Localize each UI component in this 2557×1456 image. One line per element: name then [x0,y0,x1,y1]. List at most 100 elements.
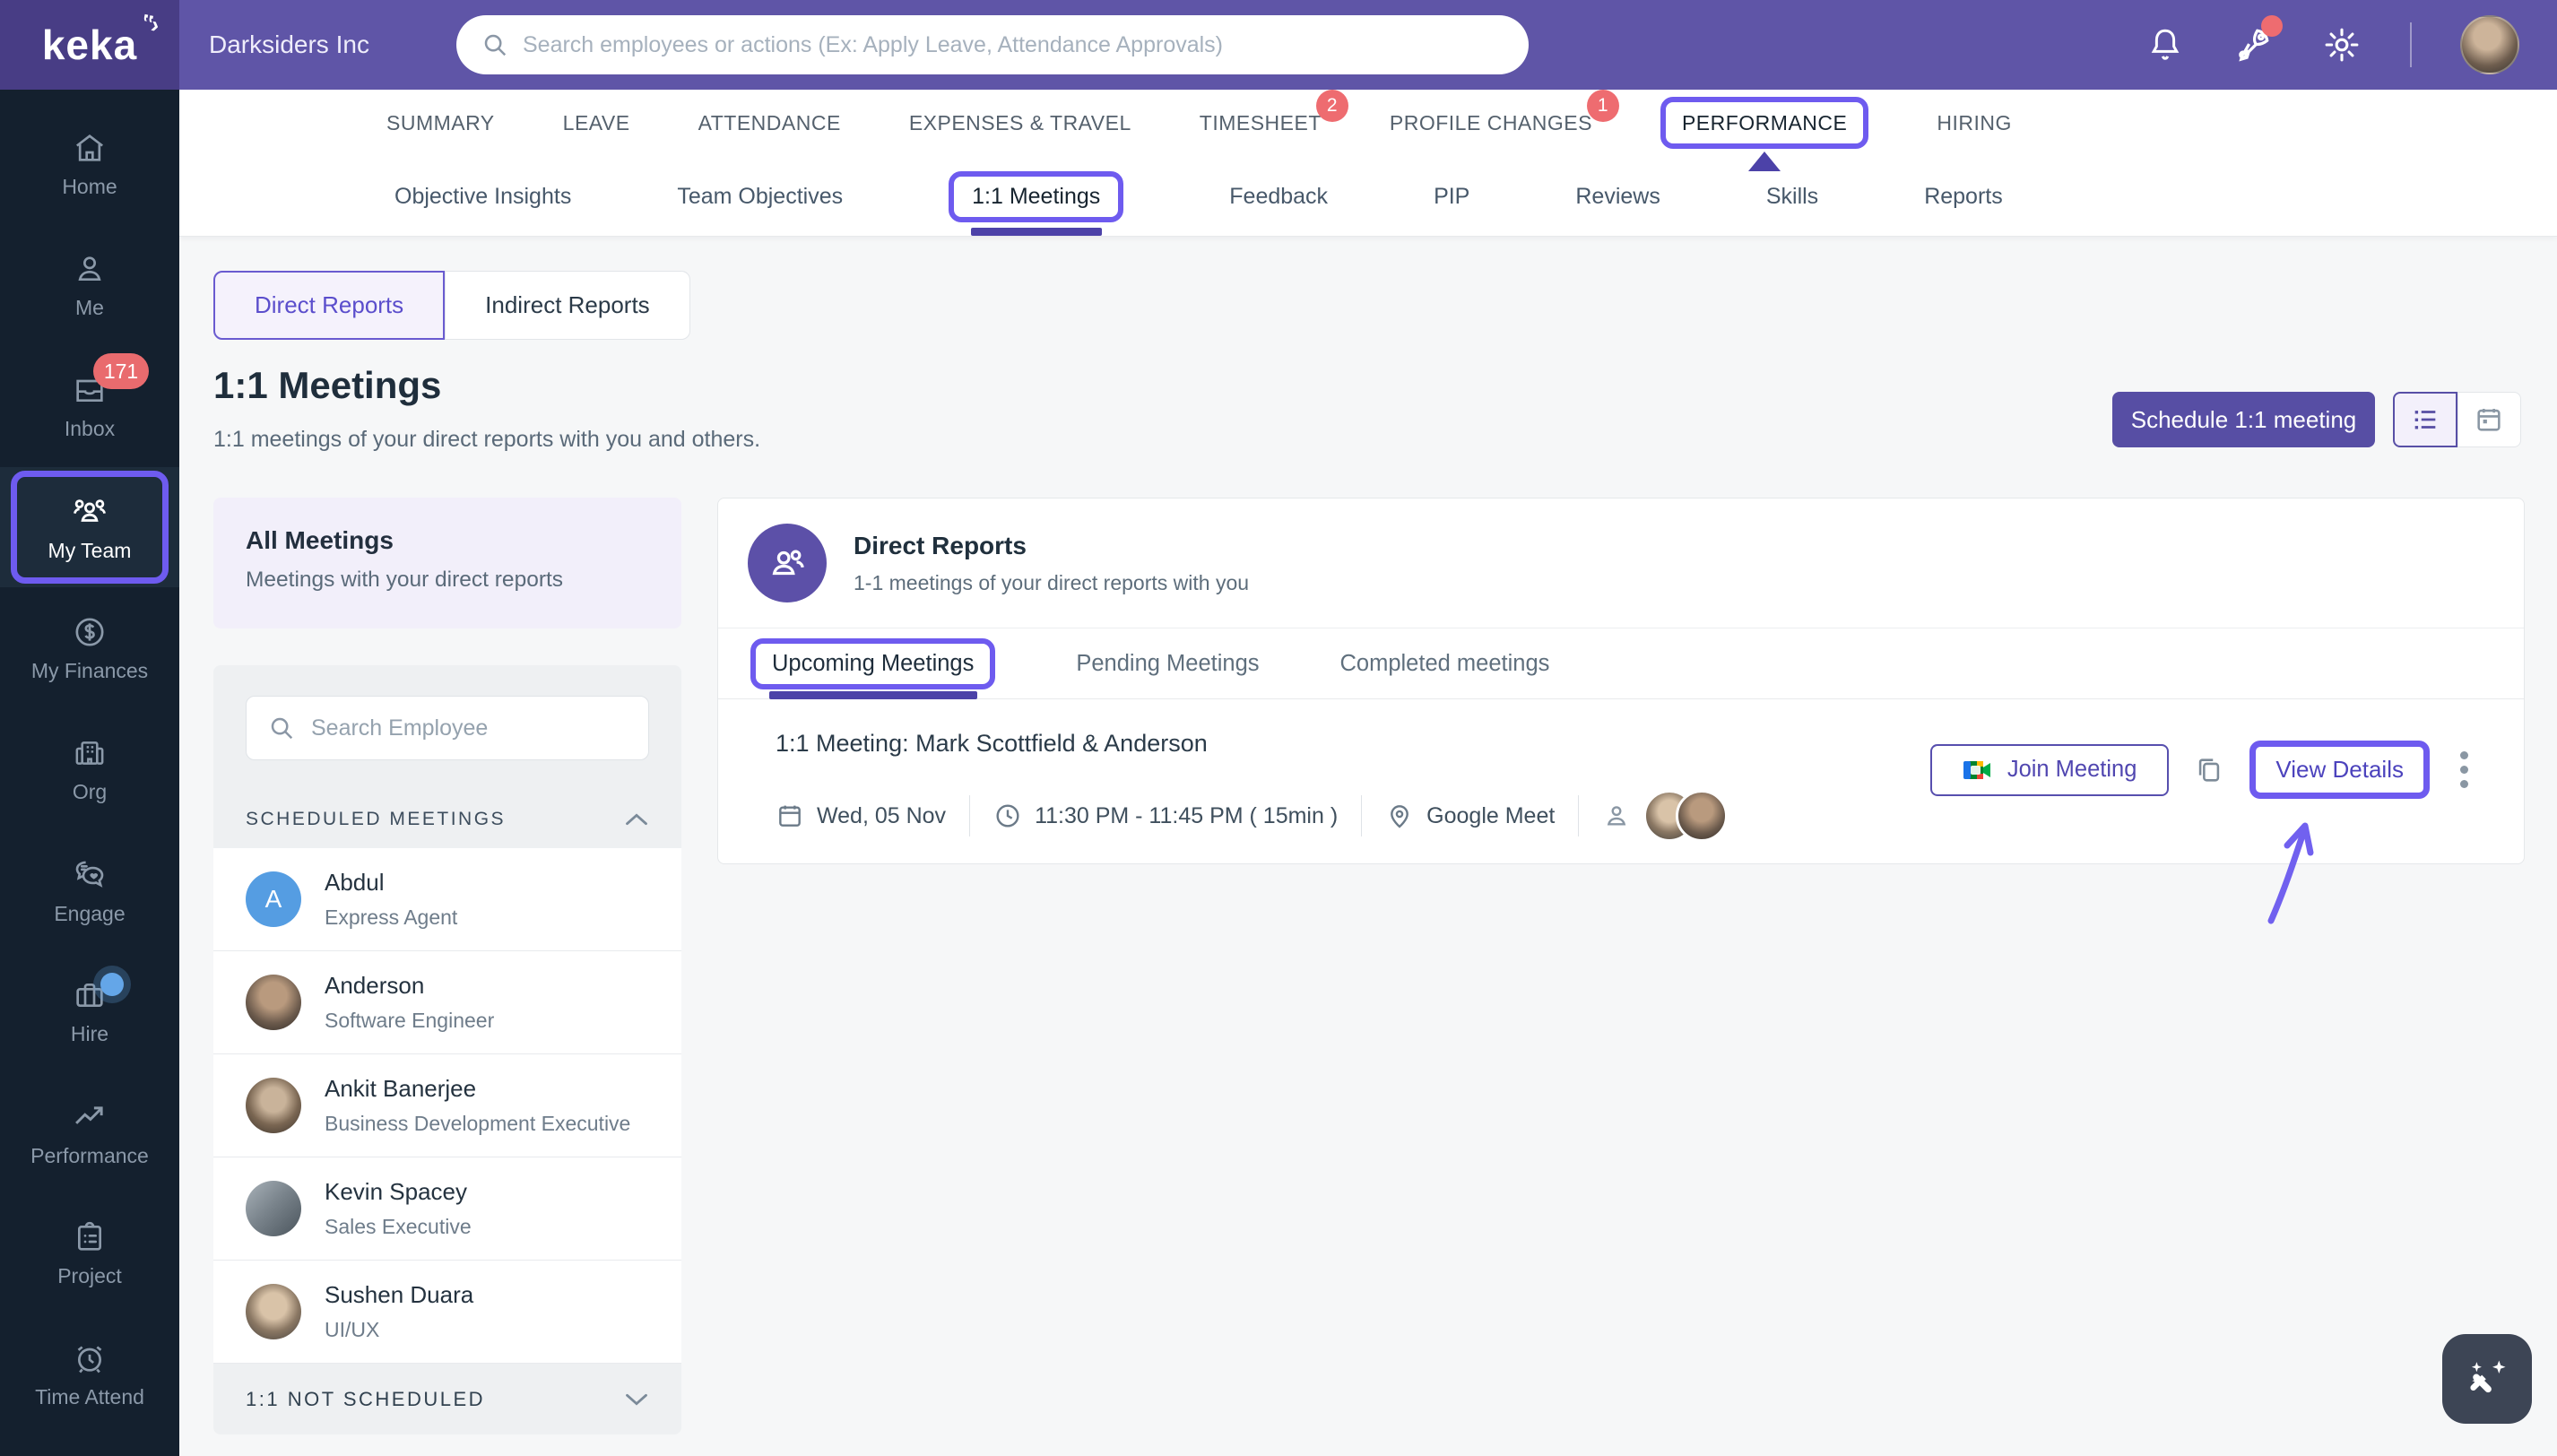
top-bar: keka ‟› Darksiders Inc [0,0,2557,90]
subnav-label: 1:1 Meetings [972,184,1100,209]
search-icon [268,715,295,741]
sidebar-item-performance[interactable]: Performance [0,1072,179,1192]
nav-label: PROFILE CHANGES [1390,111,1592,134]
tab-completed-meetings[interactable]: Completed meetings [1340,628,1550,698]
subnav-pip[interactable]: PIP [1434,157,1469,236]
sidebar-label: Performance [30,1144,149,1168]
user-avatar[interactable] [2460,15,2519,74]
meeting-location: Google Meet [1385,802,1555,830]
employee-name: Sushen Duara [325,1281,473,1309]
notifications-bell-icon[interactable] [2146,26,2184,64]
employee-list-panel: SCHEDULED MEETINGS A Abdul Express Agent… [213,665,681,1434]
all-meetings-title: All Meetings [246,526,649,555]
subnav-feedback[interactable]: Feedback [1229,157,1328,236]
sidebar-label: Org [73,780,107,804]
subnav-team-objectives[interactable]: Team Objectives [677,157,843,236]
clock-icon [993,802,1022,830]
sidebar-item-my-finances[interactable]: My Finances [0,588,179,708]
employee-name: Kevin Spacey [325,1178,472,1206]
sidebar-item-me[interactable]: Me [0,225,179,345]
annotation-box-performance: PERFORMANCE [1660,97,1868,149]
subnav-reports[interactable]: Reports [1924,157,2003,236]
sidebar-item-time-attend[interactable]: Time Attend [0,1314,179,1434]
employee-search[interactable] [246,696,649,760]
magic-wand-button[interactable] [2442,1334,2532,1424]
brand-logo[interactable]: keka ‟› [0,0,179,90]
direct-reports-toggle[interactable]: Direct Reports [213,271,445,340]
meeting-date: Wed, 05 Nov [776,802,946,830]
whats-new-rocket-icon[interactable] [2232,24,2274,65]
nav-leave[interactable]: LEAVE [563,111,630,135]
sidebar-item-my-team[interactable]: My Team [0,467,179,587]
employee-search-input[interactable] [311,715,627,741]
nav-profile-changes[interactable]: PROFILE CHANGES1 [1390,111,1592,135]
tab-label: Upcoming Meetings [772,651,974,676]
employee-row-ankit[interactable]: Ankit Banerjee Business Development Exec… [213,1054,681,1157]
page-subtitle: 1:1 meetings of your direct reports with… [213,427,760,453]
subnav-reviews[interactable]: Reviews [1575,157,1660,236]
subnav-objective-insights[interactable]: Objective Insights [394,157,571,236]
employee-row-sushen[interactable]: Sushen Duara UI/UX [213,1261,681,1364]
sidebar-item-hire[interactable]: Hire [0,951,179,1071]
annotation-pointer [1748,152,1781,171]
scheduled-meetings-header[interactable]: SCHEDULED MEETINGS [213,791,681,848]
active-tab-underline [769,691,977,699]
calendar-view-button[interactable] [2457,392,2522,447]
calendar-icon [776,802,804,830]
more-options-kebab-icon[interactable] [2455,746,2474,793]
logo-spark-icon: ‟› [138,9,160,39]
meetings-left-panel: All Meetings Meetings with your direct r… [213,498,681,1434]
nav-hiring[interactable]: HIRING [1937,111,2012,135]
all-meetings-subtitle: Meetings with your direct reports [246,568,649,593]
sidebar-item-project[interactable]: Project [0,1193,179,1313]
left-sidebar: Home Me Inbox 171 My Team My Finances Or… [0,90,179,1456]
employee-row-anderson[interactable]: Anderson Software Engineer [213,951,681,1054]
indirect-reports-toggle[interactable]: Indirect Reports [445,271,690,340]
page-content: Direct Reports Indirect Reports 1:1 Meet… [179,237,2557,1456]
active-tab-underline [971,228,1102,236]
timesheet-badge: 2 [1316,90,1348,122]
profile-changes-badge: 1 [1587,90,1619,122]
direct-reports-card: Direct Reports 1-1 meetings of your dire… [717,498,2525,864]
direct-reports-title: Direct Reports [854,532,1249,560]
global-search-input[interactable] [523,32,1504,58]
module-nav: SUMMARY LEAVE ATTENDANCE EXPENSES & TRAV… [179,90,2557,157]
sidebar-label: Time Attend [35,1385,144,1409]
avatar-sushen [246,1284,301,1339]
nav-expenses-travel[interactable]: EXPENSES & TRAVEL [909,111,1131,135]
company-name: Darksiders Inc [209,0,369,90]
sidebar-item-inbox[interactable]: Inbox 171 [0,346,179,466]
copy-link-icon[interactable] [2194,755,2224,785]
nav-attendance[interactable]: ATTENDANCE [698,111,841,135]
nav-summary[interactable]: SUMMARY [386,111,495,135]
detail-divider [969,795,970,836]
sidebar-item-engage[interactable]: Engage [0,830,179,950]
avatar-anderson [246,975,301,1030]
sidebar-item-home[interactable]: Home [0,104,179,224]
tab-pending-meetings[interactable]: Pending Meetings [1076,628,1259,698]
sidebar-label: My Finances [31,659,148,683]
schedule-1-1-meeting-button[interactable]: Schedule 1:1 meeting [2112,392,2375,447]
global-search[interactable] [456,15,1529,74]
employee-row-abdul[interactable]: A Abdul Express Agent [213,848,681,951]
sidebar-label: Engage [54,902,125,926]
sidebar-label: Me [75,296,104,320]
direct-reports-subtitle: 1-1 meetings of your direct reports with… [854,571,1249,595]
not-scheduled-section-header[interactable]: 1:1 NOT SCHEDULED [213,1364,681,1434]
sidebar-label: Inbox [65,417,115,441]
meeting-row[interactable]: 1:1 Meeting: Mark Scottfield & Anderson … [718,699,2524,842]
nav-performance[interactable]: PERFORMANCE [1660,111,1868,135]
all-meetings-card[interactable]: All Meetings Meetings with your direct r… [213,498,681,628]
list-view-button[interactable] [2393,392,2457,447]
tab-upcoming-meetings[interactable]: Upcoming Meetings [750,628,995,698]
settings-gear-icon[interactable] [2322,25,2362,65]
meeting-participants [1602,790,1728,842]
nav-timesheet[interactable]: TIMESHEET2 [1200,111,1322,135]
sidebar-item-org[interactable]: Org [0,709,179,829]
avatar-abdul: A [246,871,301,927]
hire-notification-dot [100,973,124,996]
view-details-button[interactable]: View Details [2249,741,2430,799]
employee-row-kevin[interactable]: Kevin Spacey Sales Executive [213,1157,681,1261]
join-meeting-button[interactable]: Join Meeting [1930,744,2170,796]
subnav-1-1-meetings[interactable]: 1:1 Meetings [949,157,1123,236]
